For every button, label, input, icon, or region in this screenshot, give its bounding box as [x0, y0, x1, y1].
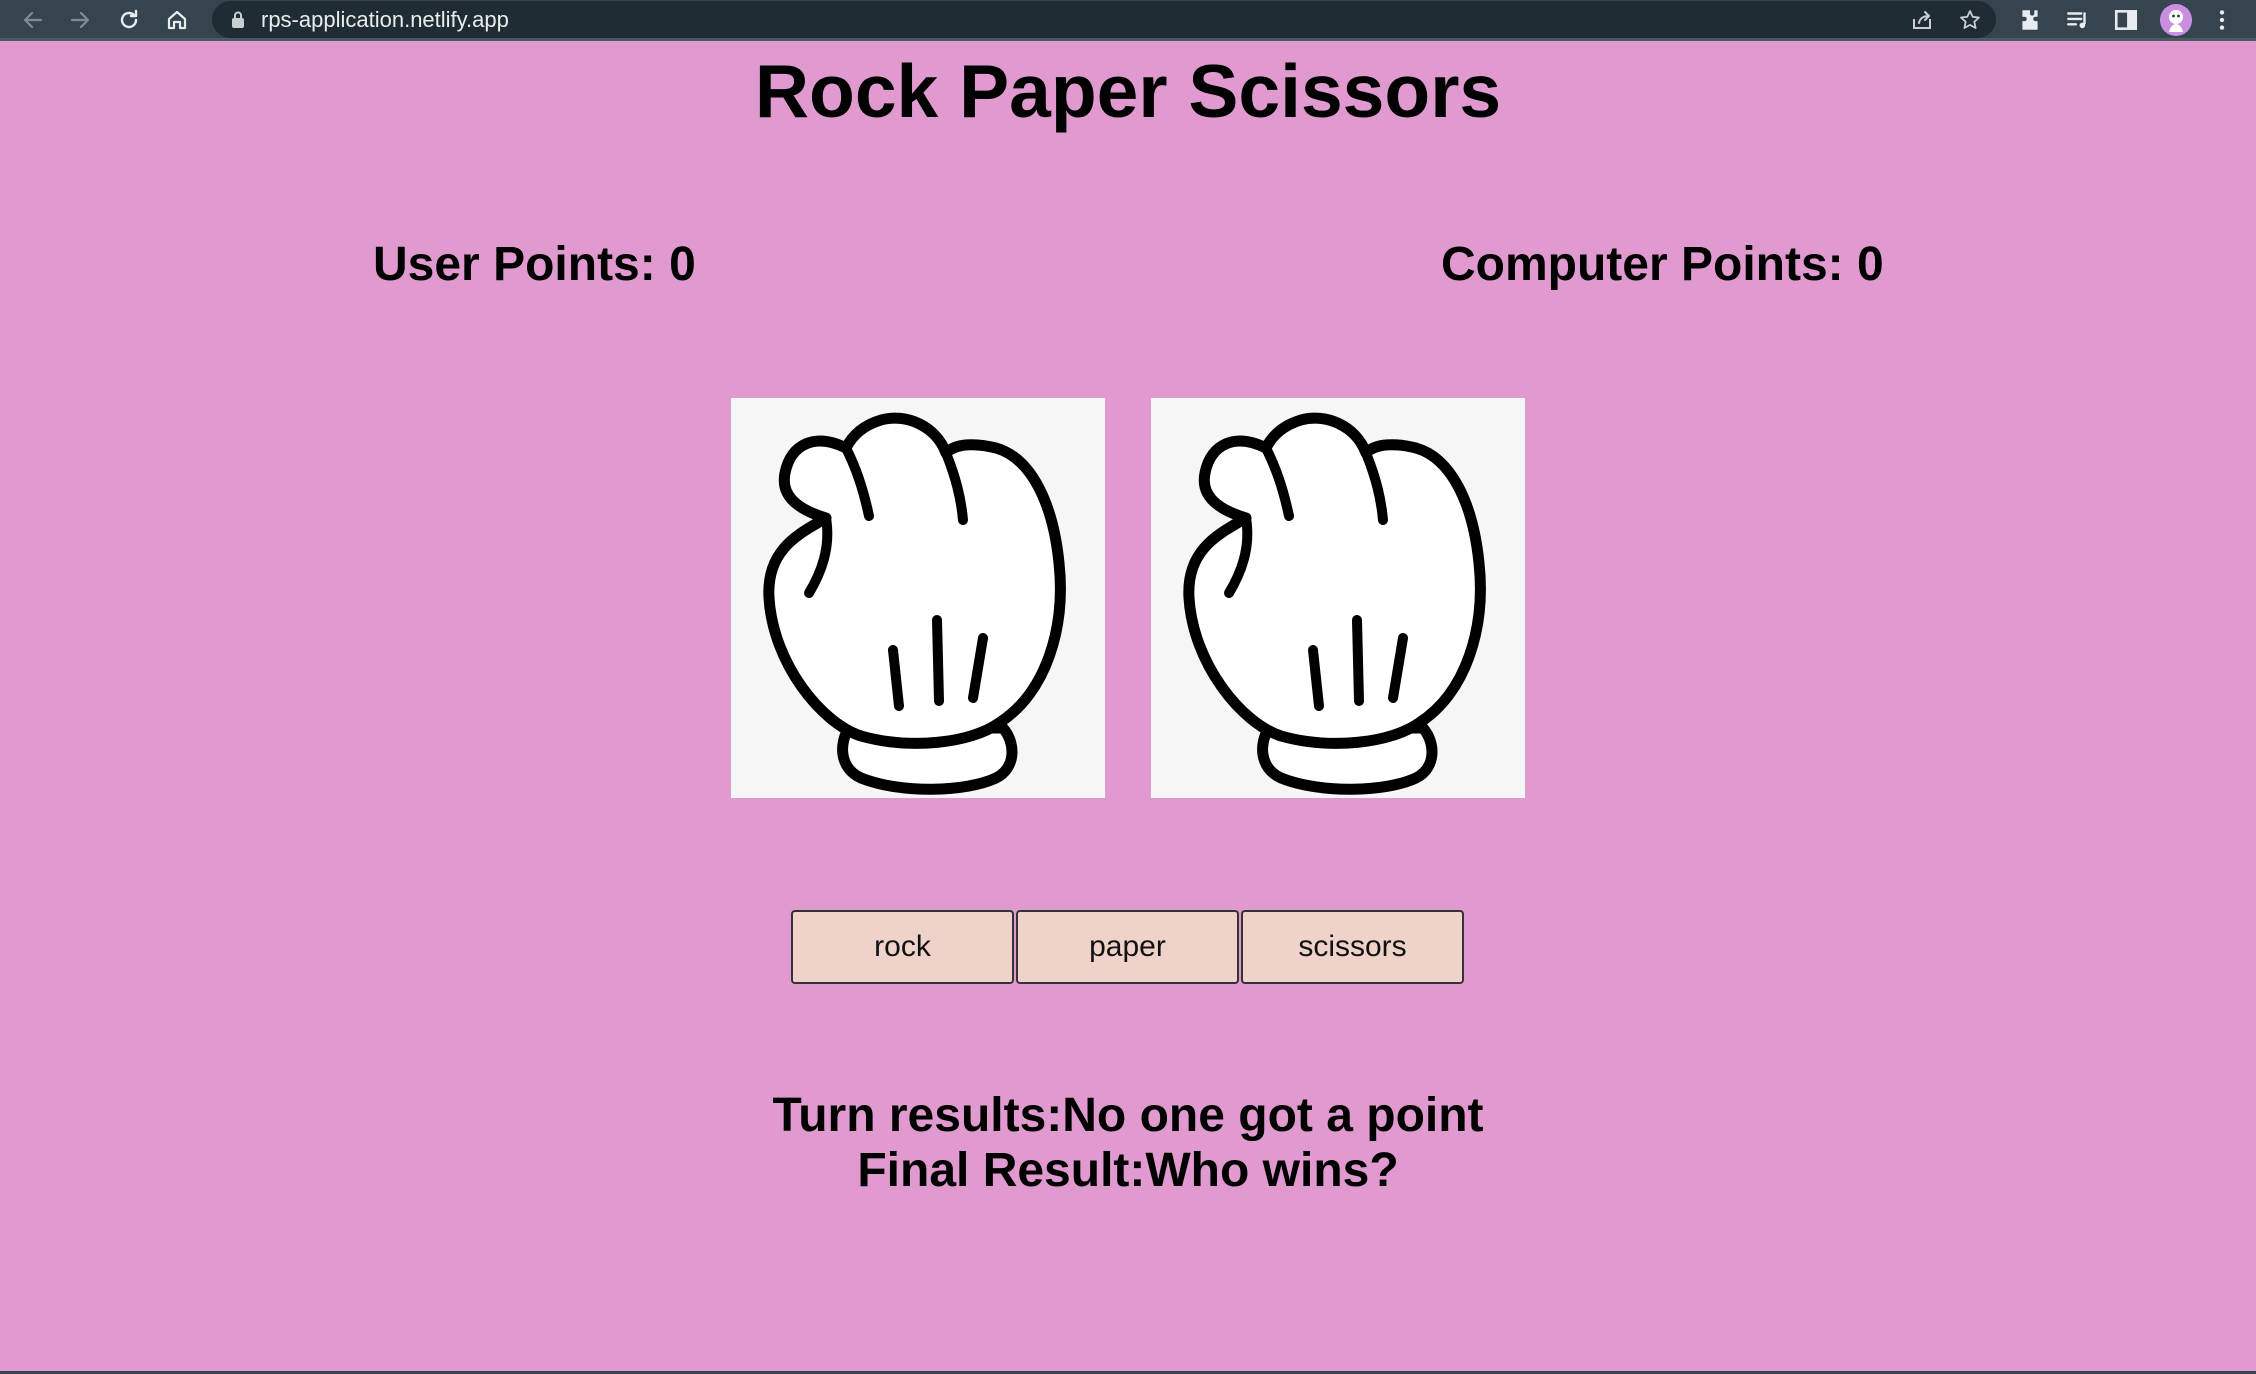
- star-icon: [1960, 10, 1980, 29]
- address-bar[interactable]: rps-application.netlify.app: [212, 1, 1996, 38]
- share-icon: [1913, 11, 1931, 29]
- forward-icon: [70, 11, 90, 29]
- extensions-button[interactable]: [2014, 4, 2046, 36]
- paper-button[interactable]: paper: [1016, 910, 1239, 984]
- page-title: Rock Paper Scissors: [754, 49, 1502, 133]
- share-button[interactable]: [1908, 6, 1936, 34]
- computer-points: Computer Points: 0: [1441, 238, 1884, 291]
- computer-choice-image: [1151, 398, 1525, 798]
- url-text[interactable]: rps-application.netlify.app: [261, 7, 509, 33]
- home-icon: [167, 10, 187, 30]
- choice-buttons: rock paper scissors: [791, 910, 1464, 984]
- final-result: Final Result:Who wins?: [857, 1144, 1399, 1197]
- scissors-button[interactable]: scissors: [1241, 910, 1464, 984]
- browser-toolbar: rps-application.netlify.app: [0, 0, 2256, 41]
- bookmark-star-button[interactable]: [1956, 6, 1984, 34]
- lock-icon: [232, 11, 244, 28]
- profile-avatar[interactable]: [2160, 4, 2192, 36]
- turn-results: Turn results:No one got a point: [772, 1089, 1484, 1142]
- extensions-icon: [2022, 10, 2038, 30]
- user-choice-image: [731, 398, 1105, 798]
- reading-list-icon: [2067, 12, 2086, 29]
- reload-icon: [120, 9, 138, 29]
- menu-icon: [2219, 10, 2225, 30]
- rock-hand-icon: [1183, 412, 1486, 795]
- avatar-icon: [2160, 4, 2192, 36]
- back-button[interactable]: [16, 3, 50, 37]
- side-panel-button[interactable]: [2110, 4, 2142, 36]
- browser-menu-button[interactable]: [2206, 4, 2238, 36]
- rock-hand-icon: [763, 412, 1066, 795]
- user-points: User Points: 0: [373, 238, 696, 291]
- home-button[interactable]: [160, 3, 194, 37]
- back-icon: [23, 11, 43, 29]
- forward-button[interactable]: [63, 3, 97, 37]
- side-panel-icon: [2114, 10, 2138, 30]
- rock-button[interactable]: rock: [791, 910, 1014, 984]
- results-panel: Turn results:No one got a point Final Re…: [0, 1088, 2256, 1198]
- reload-button[interactable]: [112, 3, 146, 37]
- reading-list-button[interactable]: [2062, 4, 2094, 36]
